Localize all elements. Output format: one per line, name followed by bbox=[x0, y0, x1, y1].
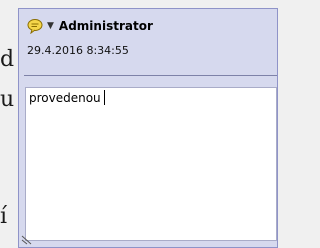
header-divider bbox=[24, 75, 277, 76]
comment-text: provedenou bbox=[29, 91, 101, 105]
chevron-down-icon[interactable]: ▼ bbox=[47, 21, 54, 31]
resize-grip-icon[interactable] bbox=[21, 233, 33, 245]
comment-bubble-icon[interactable] bbox=[27, 18, 43, 34]
comment-timestamp: 29.4.2016 8:34:55 bbox=[27, 44, 129, 57]
comment-header: ▼ Administrator 29.4.2016 8:34:55 bbox=[27, 17, 277, 75]
background-text: í bbox=[0, 204, 8, 229]
comment-popup: ▼ Administrator 29.4.2016 8:34:55 proved… bbox=[18, 8, 278, 248]
background-text: u bbox=[0, 87, 15, 112]
comment-title-row[interactable]: ▼ Administrator bbox=[27, 17, 277, 35]
comment-author: Administrator bbox=[58, 19, 153, 33]
background-text: d bbox=[0, 47, 15, 72]
text-caret bbox=[103, 90, 105, 105]
comment-text-field[interactable]: provedenou bbox=[25, 87, 277, 241]
